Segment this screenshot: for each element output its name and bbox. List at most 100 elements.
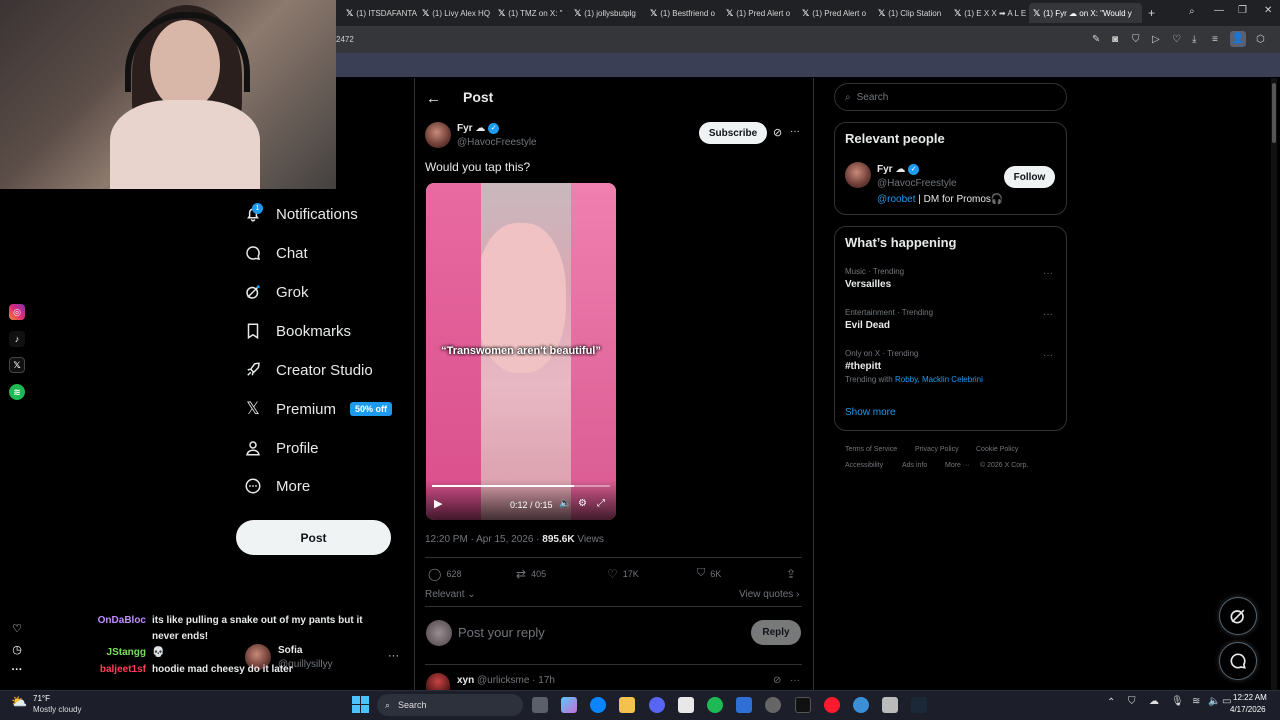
weather-temp[interactable]: 71°F [33,694,50,703]
scrollbar-thumb[interactable] [1272,83,1276,143]
messages-floating-button[interactable] [1219,642,1257,680]
taskbar-search[interactable]: ⌕ Search [377,694,523,716]
send-icon[interactable]: ▷ [1152,34,1160,45]
more-icon[interactable]: ··· [9,662,25,678]
bio-link[interactable]: @roobet [877,194,916,205]
account-menu-icon[interactable]: ··· [388,650,399,662]
camera-icon[interactable]: ◙ [1112,34,1118,45]
nav-chat[interactable]: Chat [244,244,308,262]
view-quotes-link[interactable]: View quotes › [739,589,799,600]
microphone-icon[interactable]: 🎙 [1171,696,1184,707]
trend-item[interactable]: Entertainment · Trending Evil Dead [845,308,933,331]
wifi-icon[interactable]: ≋ [1192,696,1200,707]
weather-icon[interactable]: ⛅ [11,694,29,710]
copilot-icon[interactable] [561,697,577,713]
discord-icon[interactable] [649,697,665,713]
reply-action[interactable]: ◯ 628 [428,567,461,581]
tiktok-icon[interactable] [795,697,811,713]
app-icon[interactable] [882,697,898,713]
more-options-icon[interactable]: ··· [1043,309,1053,320]
onedrive-icon[interactable]: ☁ [1149,696,1159,707]
new-tab-icon[interactable]: + [1148,6,1155,20]
video-progress-track[interactable] [432,485,610,487]
person-name-row[interactable]: Fyr ☁ ✓ [877,164,920,175]
globe-icon[interactable] [853,697,869,713]
grok-icon[interactable]: ⊘ [773,126,782,139]
nav-profile[interactable]: Profile [244,439,319,457]
reply-button[interactable]: Reply [751,620,801,645]
nav-grok[interactable]: Grok [244,283,309,301]
repost-action[interactable]: ⇄ 405 [516,567,546,581]
show-more-link[interactable]: Show more [845,407,896,418]
steam-icon[interactable] [911,697,927,713]
footer-link[interactable]: Cookie Policy [976,446,1018,453]
trend-item[interactable]: Music · Trending Versailles [845,267,904,290]
footer-link[interactable]: Accessibility [845,462,883,469]
reply-input[interactable]: Post your reply [458,625,545,640]
spotify-icon[interactable] [707,697,723,713]
browser-tab[interactable]: 𝕏 (1) TMZ on X: " [494,3,570,23]
more-options-icon[interactable]: ··· [790,126,800,137]
edit-icon[interactable]: ✎ [1092,34,1100,45]
minimize-icon[interactable]: — [1214,5,1224,16]
video-player[interactable]: “Transwomen aren't beautiful” ▶ 0:12 / 0… [426,183,616,520]
history-icon[interactable]: ◷ [9,641,25,657]
store-icon[interactable] [678,697,694,713]
browser-tab[interactable]: 𝕏 (1) Pred Alert o [722,3,798,23]
browser-tab[interactable]: 𝕏 (1) Bestfriend o [646,3,722,23]
like-action[interactable]: ♡ 17K [607,567,639,581]
reply-author-row[interactable]: xyn @urlicksme · 17h [457,675,555,686]
follow-button[interactable]: Follow [1004,166,1055,188]
windows-start-icon[interactable] [352,696,369,713]
browser-tab[interactable]: 𝕏 (1) ITSDAFANTA [342,3,418,23]
browser-tab[interactable]: 𝕏 (1) Clip Station [874,3,950,23]
footer-link[interactable]: More ··· [945,462,970,469]
person-handle[interactable]: @HavocFreestyle [877,178,957,189]
search-input[interactable]: ⌕ Search [834,83,1067,111]
url-fragment[interactable]: 2472 [336,35,354,44]
heart-icon[interactable]: ♡ [1172,34,1181,45]
tiktok-icon[interactable]: ♪ [9,331,25,347]
grok-floating-button[interactable] [1219,597,1257,635]
nav-more[interactable]: More [244,477,310,495]
bookmark-action[interactable]: ⛉ 6K [697,567,721,580]
more-options-icon[interactable]: ··· [790,675,800,686]
tray-app-icon[interactable]: ⛉ [1128,696,1136,707]
browser-tab[interactable]: 𝕏 (1) Livy Alex HQ [418,3,494,23]
volume-icon[interactable]: 🔈 [1208,696,1220,707]
fullscreen-icon[interactable]: ⤢ [597,498,605,509]
browser-tab[interactable]: 𝕏 (1) jollysbutplg [570,3,646,23]
share-action[interactable]: ⇪ [786,567,796,581]
play-icon[interactable]: ▶ [434,497,442,510]
browser-tab[interactable]: 𝕏 (1) Pred Alert o [798,3,874,23]
menu-icon[interactable]: ≡ [1212,34,1218,45]
more-options-icon[interactable]: ··· [1043,268,1053,279]
mail-icon[interactable] [736,697,752,713]
edge-icon[interactable] [590,697,606,713]
nav-bookmarks[interactable]: Bookmarks [244,322,351,340]
settings-icon[interactable]: ⚙ [578,498,587,509]
author-handle[interactable]: @HavocFreestyle [457,137,537,148]
author-name-row[interactable]: Fyr ☁ ✓ [457,123,500,134]
spotify-icon[interactable]: ≋ [9,384,25,400]
post-button[interactable]: Post [236,520,391,555]
opera-icon[interactable] [824,697,840,713]
footer-link[interactable]: Ads info [902,462,927,469]
avatar[interactable] [845,162,871,188]
clock-time[interactable]: 12:22 AM [1233,693,1267,702]
chevron-up-icon[interactable]: ⌃ [1107,697,1115,708]
browser-tab-active[interactable]: 𝕏 (1) Fyr ☁ on X: "Would y [1029,3,1142,23]
browser-tab[interactable]: 𝕏 (1) E X X ➡ A L E [950,3,1028,23]
clock-date[interactable]: 4/17/2026 [1230,705,1266,714]
back-arrow-icon[interactable]: ← [426,90,441,107]
shield-icon[interactable]: ⛉ [1132,34,1140,45]
close-window-icon[interactable]: ✕ [1264,5,1272,16]
footer-link[interactable]: Privacy Policy [915,446,959,453]
volume-icon[interactable]: 🔈 [559,498,571,509]
nav-creator-studio[interactable]: Creator Studio [244,361,373,379]
avatar[interactable] [426,673,450,690]
author-avatar[interactable] [425,122,451,148]
nav-premium[interactable]: 𝕏 Premium 50% off [244,399,393,418]
maximize-icon[interactable]: ❐ [1238,5,1247,16]
weather-desc[interactable]: Mostly cloudy [33,705,81,714]
